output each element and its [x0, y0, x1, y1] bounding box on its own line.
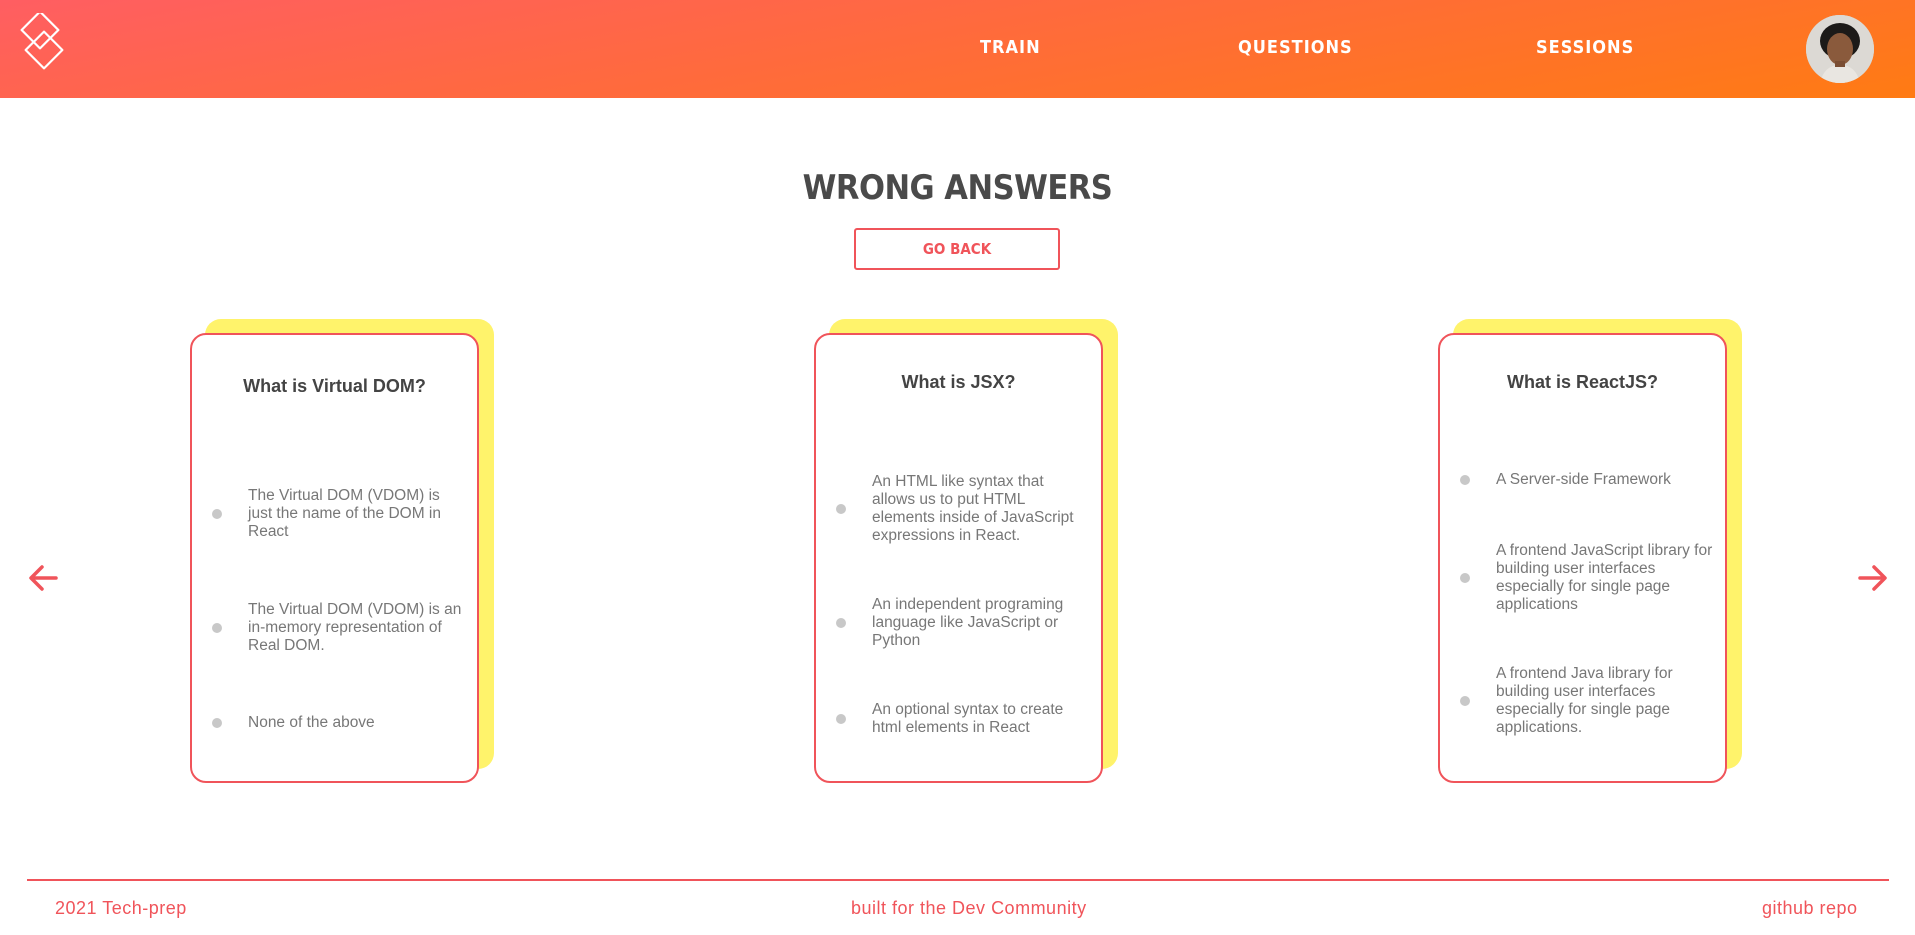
user-avatar[interactable] — [1806, 15, 1874, 83]
answer-option[interactable]: An independent programing language like … — [834, 596, 1089, 650]
answer-option-text: An optional syntax to create html elemen… — [872, 701, 1064, 736]
nav-questions-link[interactable]: QUESTIONS — [1238, 37, 1353, 58]
nav-train-link[interactable]: TRAIN — [980, 37, 1041, 58]
answer-option-text: A frontend Java library for building use… — [1496, 665, 1673, 736]
radio-dot-icon — [836, 504, 846, 514]
answer-option-text: An independent programing language like … — [872, 596, 1064, 649]
answer-option-text: An HTML like syntax that allows us to pu… — [872, 473, 1074, 544]
arrow-left-icon[interactable] — [26, 560, 60, 596]
question-card-2: What is JSX? An HTML like syntax that al… — [814, 333, 1103, 783]
arrow-right-icon[interactable] — [1856, 560, 1890, 596]
radio-dot-icon — [212, 509, 222, 519]
card-question: What is JSX? — [901, 372, 1016, 392]
page-title: WRONG ANSWERS — [802, 168, 1113, 208]
answer-option-text: A Server-side Framework — [1496, 471, 1671, 488]
answer-option[interactable]: The Virtual DOM (VDOM) is an in-memory r… — [210, 601, 465, 655]
question-card-3: What is ReactJS? A Server-side Framework… — [1438, 333, 1727, 783]
answer-option[interactable]: None of the above — [210, 714, 465, 732]
footer-divider — [27, 879, 1889, 881]
footer-copyright: 2021 Tech-prep — [55, 898, 187, 918]
answer-option[interactable]: A frontend JavaScript library for buildi… — [1458, 542, 1713, 614]
radio-dot-icon — [212, 623, 222, 633]
answer-option-text: The Virtual DOM (VDOM) is an in-memory r… — [248, 601, 462, 654]
answer-option[interactable]: A Server-side Framework — [1458, 471, 1713, 489]
radio-dot-icon — [1460, 475, 1470, 485]
nav-sessions-link[interactable]: SESSIONS — [1536, 37, 1634, 58]
go-back-button[interactable]: GO BACK — [854, 228, 1060, 270]
radio-dot-icon — [836, 618, 846, 628]
radio-dot-icon — [1460, 696, 1470, 706]
avatar-portrait-icon — [1806, 15, 1874, 83]
answer-option[interactable]: An optional syntax to create html elemen… — [834, 701, 1089, 737]
answer-option-text: None of the above — [248, 714, 375, 731]
diamond-logo-icon[interactable] — [16, 13, 68, 77]
answer-option[interactable]: An HTML like syntax that allows us to pu… — [834, 473, 1089, 545]
question-card-1: What is Virtual DOM? The Virtual DOM (VD… — [190, 333, 479, 783]
answer-option[interactable]: The Virtual DOM (VDOM) is just the name … — [210, 487, 465, 541]
radio-dot-icon — [212, 718, 222, 728]
card-question: What is Virtual DOM? — [243, 376, 426, 396]
answer-option-text: The Virtual DOM (VDOM) is just the name … — [248, 487, 441, 540]
answer-option[interactable]: A frontend Java library for building use… — [1458, 665, 1713, 737]
top-navbar: TRAIN QUESTIONS SESSIONS — [0, 0, 1915, 98]
github-repo-link[interactable]: github repo — [1762, 898, 1858, 919]
radio-dot-icon — [836, 714, 846, 724]
footer-tagline: built for the Dev Community — [851, 898, 1087, 918]
answer-option-text: A frontend JavaScript library for buildi… — [1496, 542, 1713, 613]
card-question: What is ReactJS? — [1506, 372, 1659, 392]
radio-dot-icon — [1460, 573, 1470, 583]
